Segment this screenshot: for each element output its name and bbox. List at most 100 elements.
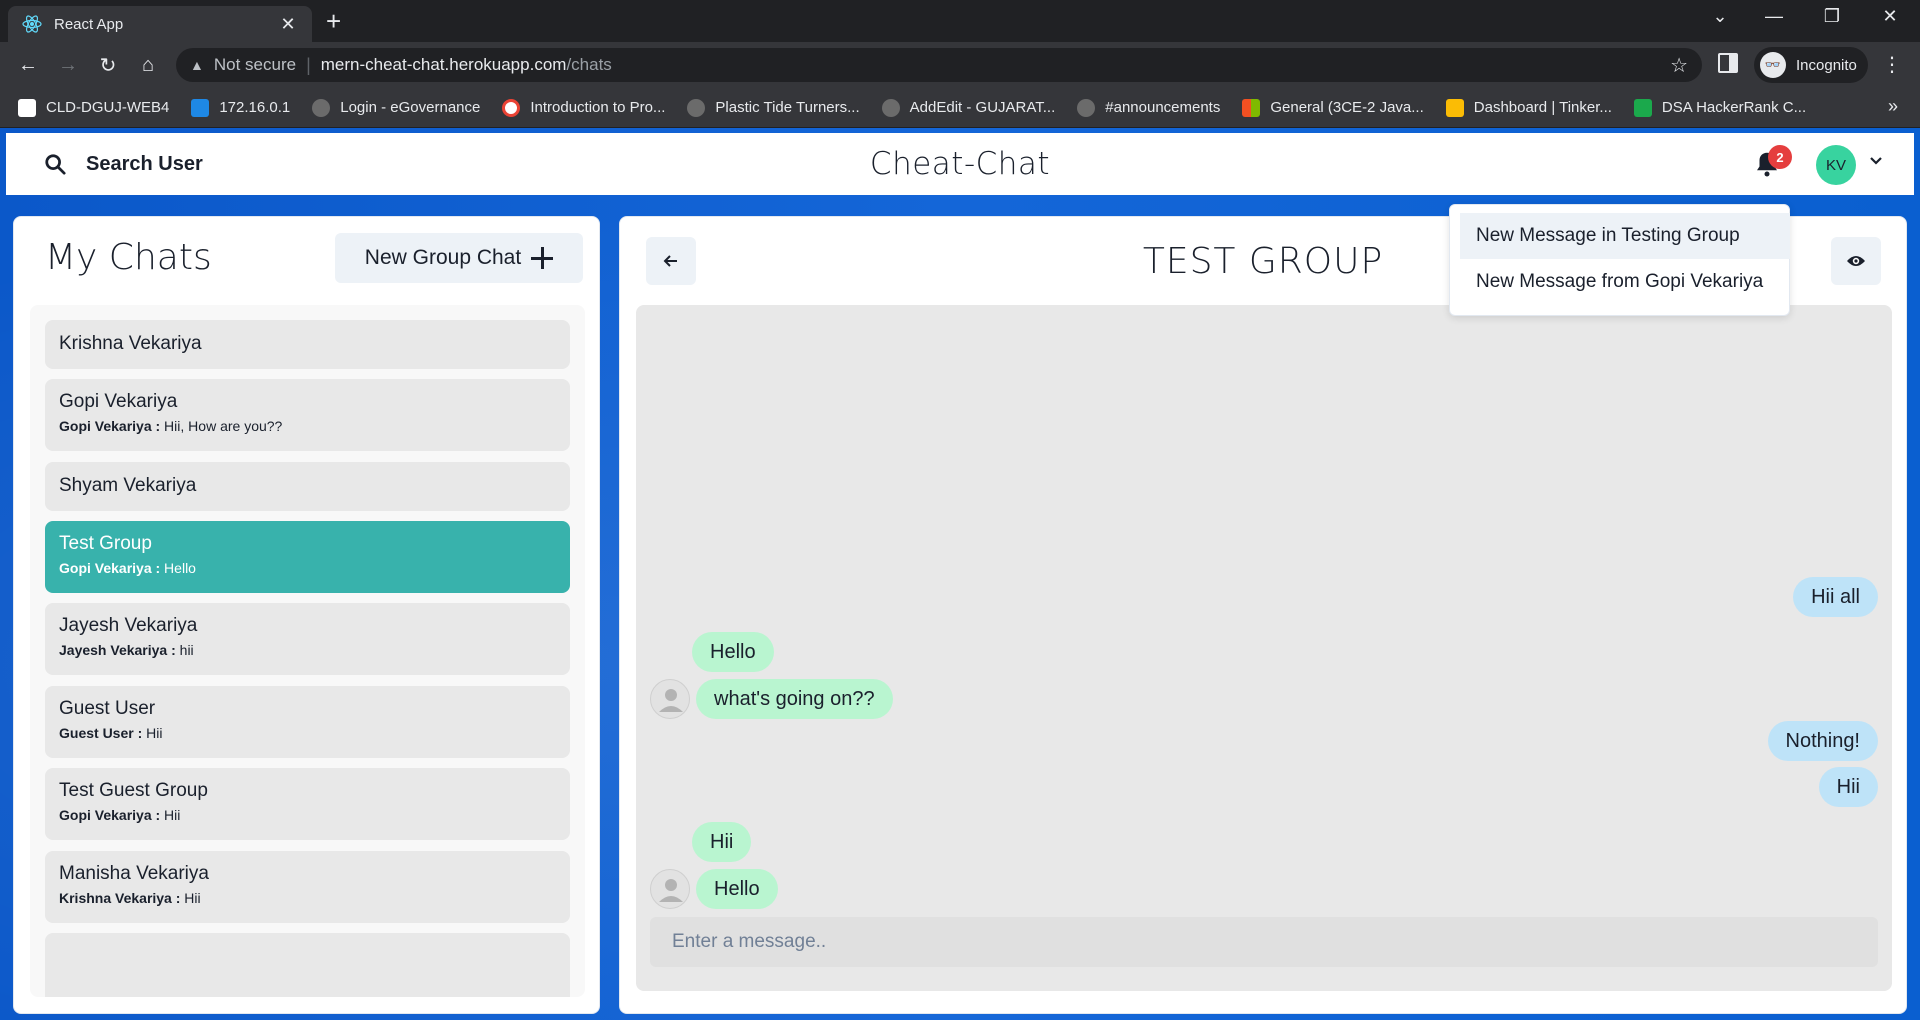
bookmark[interactable]: Introduction to Pro... xyxy=(502,98,665,117)
microsoft-icon xyxy=(1242,98,1261,117)
reload-icon[interactable]: ↻ xyxy=(94,51,122,79)
latest-text: Hii xyxy=(180,890,201,906)
chat-name: Krishna Vekariya xyxy=(59,333,202,354)
chat-item-jayesh-vekariya[interactable]: Jayesh Vekariya Jayesh Vekariya : hii xyxy=(45,603,570,675)
bookmark[interactable]: 172.16.0.1 xyxy=(191,98,290,117)
new-group-chat-label: New Group Chat xyxy=(364,246,522,269)
chat-box: TEST GROUP Hii all Hello what's going on… xyxy=(619,216,1907,1014)
bookmark-icon xyxy=(18,98,36,117)
latest-sender: Guest User : xyxy=(59,725,143,741)
hackerrank-icon xyxy=(1633,98,1652,117)
bookmark[interactable]: #announcements xyxy=(1077,98,1220,117)
close-window-icon[interactable]: ✕ xyxy=(1870,6,1910,27)
latest-sender: Jayesh Vekariya : xyxy=(59,642,176,658)
notification-badge: 2 xyxy=(1768,145,1792,169)
react-icon xyxy=(22,14,42,34)
app-title: Cheat-Chat xyxy=(869,146,1051,182)
bookmark[interactable]: AddEdit - GUJARAT... xyxy=(881,98,1055,117)
new-group-chat-button[interactable]: New Group Chat xyxy=(335,233,583,283)
message-bubble-received: Hii xyxy=(692,822,752,862)
chat-latest-message: Guest User : Hii xyxy=(59,725,556,741)
chat-name: Test Group xyxy=(59,533,152,554)
incognito-icon: 👓 xyxy=(1760,52,1786,78)
latest-sender: Gopi Vekariya : xyxy=(59,560,161,576)
minimize-icon[interactable]: — xyxy=(1754,6,1794,27)
notification-item[interactable]: New Message in Testing Group xyxy=(1460,213,1790,259)
user-silhouette-icon xyxy=(659,879,683,902)
chat-latest-message: Gopi Vekariya : Hii, How are you?? xyxy=(59,418,556,434)
user-silhouette-icon xyxy=(659,689,683,712)
message-bubble-received: Hello xyxy=(696,869,778,909)
user-avatar[interactable]: KV xyxy=(1816,145,1856,185)
chat-name: Shyam Vekariya xyxy=(59,475,197,496)
sender-avatar[interactable] xyxy=(650,679,690,719)
chat-name: Guest User xyxy=(59,698,156,719)
chat-name: Gopi Vekariya xyxy=(59,391,178,412)
address-bar[interactable]: ▲ Not secure | mern-cheat-chat.herokuapp… xyxy=(176,48,1702,82)
notification-item[interactable]: New Message from Gopi Vekariya xyxy=(1460,259,1790,305)
bookmark[interactable]: General (3CE-2 Java... xyxy=(1242,98,1424,117)
plus-icon[interactable]: + xyxy=(326,8,341,34)
incognito-profile[interactable]: 👓 Incognito xyxy=(1754,47,1868,83)
more-menu-icon[interactable]: ⋮ xyxy=(1882,52,1902,77)
message-bubble-sent: Nothing! xyxy=(1767,721,1878,761)
latest-text: hii xyxy=(175,642,194,658)
bookmark-icon xyxy=(191,98,210,117)
bookmark[interactable]: Dashboard | Tinker... xyxy=(1445,98,1612,117)
globe-icon xyxy=(1077,98,1096,117)
message-input[interactable] xyxy=(650,917,1878,967)
message-bubble-sent: Hii all xyxy=(1793,577,1878,617)
bookmark[interactable]: CLD-DGUJ-WEB4 xyxy=(18,98,169,117)
view-details-button[interactable] xyxy=(1831,237,1881,285)
sender-avatar[interactable] xyxy=(650,869,690,909)
tab-title: React App xyxy=(54,15,124,33)
chat-latest-message: Gopi Vekariya : Hello xyxy=(59,560,556,576)
chat-item-partial[interactable] xyxy=(45,933,570,997)
chevron-down-icon[interactable]: ⌄ xyxy=(1700,6,1740,27)
latest-text: Hii, How are you?? xyxy=(160,418,283,434)
chat-item-test-group[interactable]: Test Group Gopi Vekariya : Hello xyxy=(45,521,570,593)
eye-icon xyxy=(1847,256,1865,266)
notification-menu: New Message in Testing Group New Message… xyxy=(1449,204,1790,316)
latest-text: Hello xyxy=(160,560,196,576)
chat-item-shyam-vekariya[interactable]: Shyam Vekariya xyxy=(45,462,570,511)
google-icon xyxy=(502,98,521,117)
bookmarks-bar: CLD-DGUJ-WEB4 172.16.0.1 Login - eGovern… xyxy=(0,88,1920,128)
latest-text: Hii xyxy=(160,807,181,823)
forward-icon[interactable]: → xyxy=(54,51,82,79)
close-tab-icon[interactable]: ✕ xyxy=(278,14,298,35)
chat-item-manisha-vekariya[interactable]: Manisha Vekariya Krishna Vekariya : Hii xyxy=(45,851,570,923)
restore-icon[interactable]: ❐ xyxy=(1812,6,1852,27)
chat-name: Manisha Vekariya xyxy=(59,863,209,884)
url-host: mern-cheat-chat.herokuapp.com xyxy=(320,55,567,74)
app-root: Search User Cheat-Chat 2 KV My Chats New… xyxy=(0,128,1920,1020)
latest-sender: Krishna Vekariya : xyxy=(59,890,181,906)
chat-item-krishna-vekariya[interactable]: Krishna Vekariya xyxy=(45,320,570,369)
side-panel-icon[interactable] xyxy=(1718,53,1738,73)
security-label: Not secure xyxy=(213,55,297,74)
browser-tab-bar: React App ✕ + ⌄ — ❐ ✕ xyxy=(0,0,1920,42)
globe-icon xyxy=(312,98,331,117)
chat-item-test-guest-group[interactable]: Test Guest Group Gopi Vekariya : Hii xyxy=(45,768,570,840)
globe-icon xyxy=(881,98,900,117)
bookmark[interactable]: Plastic Tide Turners... xyxy=(687,98,860,117)
star-icon[interactable]: ☆ xyxy=(1670,53,1688,78)
chat-item-guest-user[interactable]: Guest User Guest User : Hii xyxy=(45,686,570,758)
chevron-down-icon[interactable] xyxy=(1868,153,1884,169)
messages-area[interactable]: Hii all Hello what's going on?? Nothing!… xyxy=(636,305,1892,991)
chat-latest-message: Krishna Vekariya : Hii xyxy=(59,890,556,906)
app-header: Search User Cheat-Chat 2 KV xyxy=(6,133,1914,195)
chat-list[interactable]: Krishna Vekariya Gopi Vekariya Gopi Veka… xyxy=(30,305,585,997)
bookmark[interactable]: Login - eGovernance xyxy=(312,98,480,117)
browser-tab[interactable]: React App ✕ xyxy=(8,6,312,42)
address-separator: | xyxy=(306,54,311,75)
bookmark[interactable]: DSA HackerRank C... xyxy=(1633,98,1806,117)
chat-item-gopi-vekariya[interactable]: Gopi Vekariya Gopi Vekariya : Hii, How a… xyxy=(45,379,570,451)
back-icon[interactable]: ← xyxy=(14,51,42,79)
more-bookmarks-icon[interactable]: » xyxy=(1888,96,1898,117)
chat-name: Test Guest Group xyxy=(59,780,208,801)
chat-name: Jayesh Vekariya xyxy=(59,615,198,636)
globe-icon xyxy=(687,98,706,117)
home-icon[interactable]: ⌂ xyxy=(134,51,162,79)
message-bubble-received: Hello xyxy=(692,632,774,672)
